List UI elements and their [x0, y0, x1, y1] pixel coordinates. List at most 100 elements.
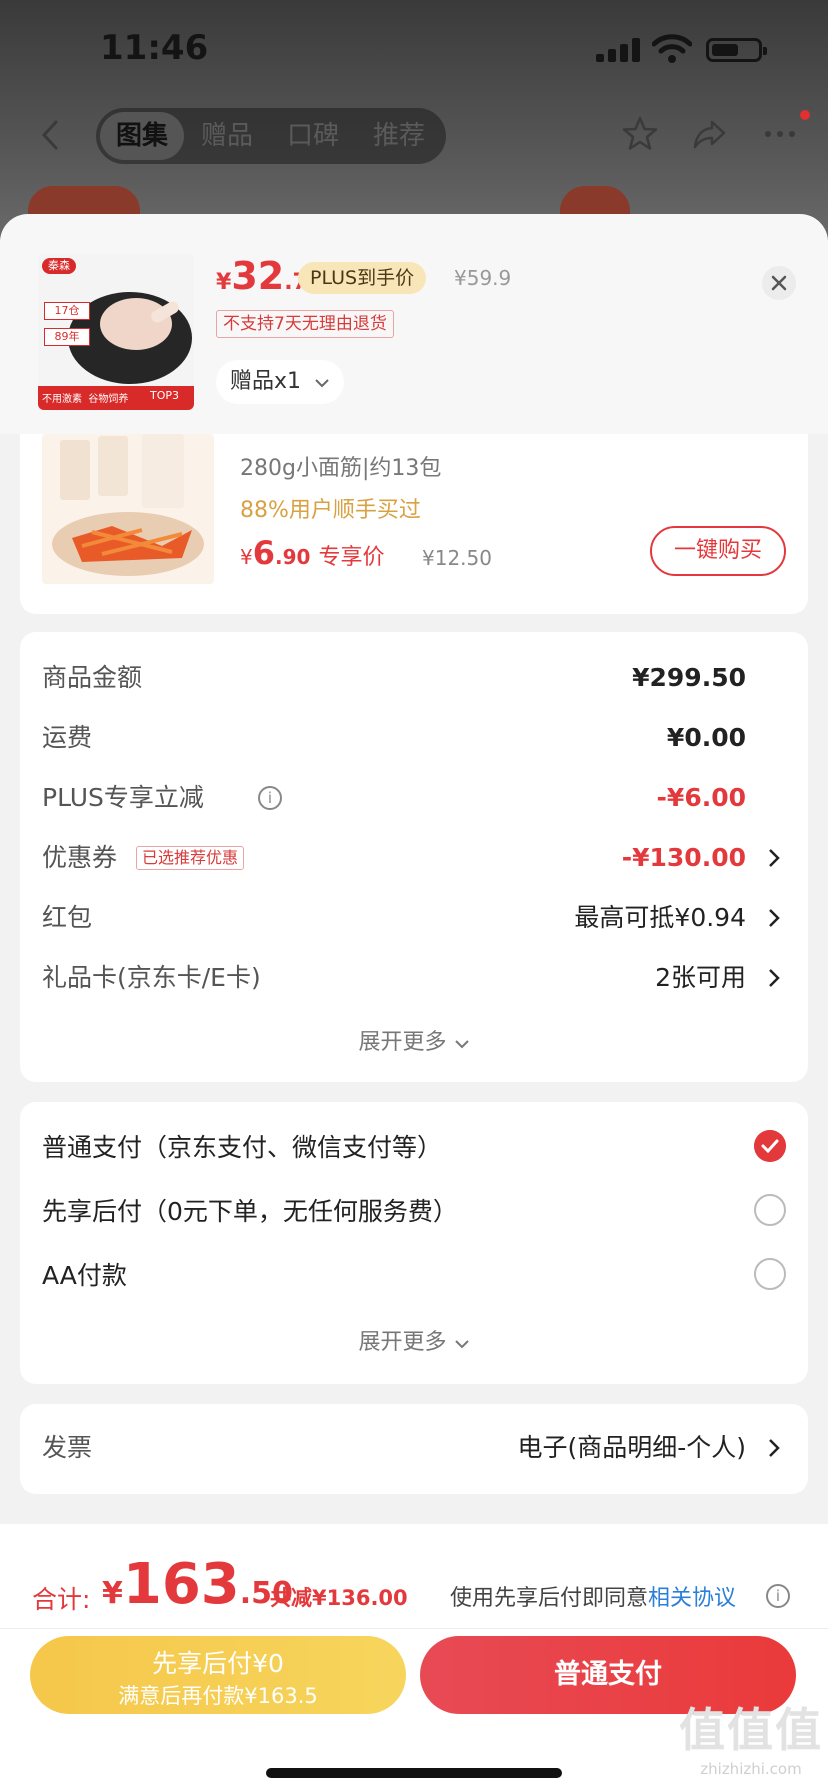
recommend-original-price: ¥12.50	[422, 546, 492, 570]
goods-amount-label: 商品金额	[42, 663, 143, 692]
recommend-product-card: 280g小面筋|约13包 88%用户顺手买过 ¥6.90 专享价 ¥12.50 一…	[20, 434, 808, 614]
chevron-down-icon	[454, 1040, 469, 1049]
radio-unchecked-icon[interactable]	[754, 1258, 786, 1290]
invoice-value: 电子(商品明细-个人)	[517, 1433, 746, 1462]
payment-method-card: 普通支付（京东支付、微信支付等） 先享后付（0元下单，无任何服务费） AA付款 …	[20, 1102, 808, 1384]
back-arrow-icon[interactable]	[34, 118, 68, 152]
coupon-selected-tag: 已选推荐优惠	[136, 846, 245, 870]
gift-selector-label: 赠品x1	[230, 369, 302, 394]
status-bar: 11:46	[0, 0, 828, 100]
invoice-label: 发票	[42, 1433, 93, 1462]
watermark-url: zhizhizhi.com	[700, 1760, 802, 1778]
rec-price-decimal: .90	[275, 545, 311, 569]
thumb-slogan: 不用激素 谷物饲养	[42, 394, 129, 405]
gift-card-label: 礼品卡(京东卡/E卡)	[42, 963, 261, 992]
tab-gallery[interactable]: 图集	[100, 112, 184, 160]
order-summary-card: 商品金额 ¥299.50 运费 ¥0.00 PLUS专享立减 i -¥6.00 …	[20, 632, 808, 1082]
total-label: 合计:	[32, 1585, 91, 1614]
agreement-text: 使用先享后付即同意相关协议	[450, 1580, 736, 1612]
thumb-rank: TOP3	[150, 389, 180, 402]
status-time: 11:46	[100, 28, 209, 68]
gift-card-value: 2张可用	[655, 963, 746, 992]
favorite-star-icon[interactable]	[620, 114, 660, 154]
share-icon[interactable]	[690, 114, 730, 154]
pay-later-title: 先享后付¥0	[152, 1649, 284, 1678]
product-nav-bar: 图集 赠品 口碑 推荐	[0, 100, 828, 170]
tab-recommend[interactable]: 推荐	[356, 108, 442, 164]
payment-option-label: 先享后付（0元下单，无任何服务费）	[42, 1197, 458, 1226]
one-click-buy-button[interactable]: 一键购买	[650, 526, 786, 576]
red-packet-label: 红包	[42, 903, 93, 932]
total-integer: 163	[122, 1552, 240, 1617]
red-packet-value: 最高可抵¥0.94	[574, 903, 746, 932]
radio-unchecked-icon[interactable]	[754, 1194, 786, 1226]
plus-discount-label: PLUS专享立减	[42, 783, 204, 812]
chevron-right-icon	[769, 909, 780, 927]
payment-option-normal[interactable]: 普通支付（京东支付、微信支付等）	[42, 1128, 786, 1168]
rec-price-currency: ¥	[240, 545, 253, 569]
info-icon[interactable]: i	[258, 786, 282, 810]
payment-expand-more[interactable]: 展开更多	[20, 1324, 808, 1356]
watermark-logo: 值值值	[679, 1703, 823, 1757]
payment-option-label: AA付款	[42, 1261, 127, 1290]
recommend-product-spec: 280g小面筋|约13包	[240, 456, 442, 481]
gift-selector[interactable]: 赠品x1	[216, 360, 345, 404]
chevron-right-icon	[769, 1439, 780, 1457]
rec-price-label: 专享价	[318, 545, 385, 570]
close-icon[interactable]	[762, 266, 796, 300]
pay-later-button[interactable]: 先享后付¥0 满意后再付款¥163.5	[30, 1636, 406, 1714]
pay-later-subtitle: 满意后再付款¥163.5	[118, 1684, 318, 1708]
expand-more-label: 展开更多	[358, 1330, 447, 1355]
payment-option-label: 普通支付（京东支付、微信支付等）	[42, 1133, 443, 1162]
summary-row-red-packet[interactable]: 红包 最高可抵¥0.94	[42, 898, 786, 938]
product-thumbnail[interactable]: 秦森 17仓 89年 不用激素 谷物饲养 TOP3	[38, 254, 194, 410]
return-policy-tag: 不支持7天无理由退货	[216, 310, 394, 338]
payment-option-aa[interactable]: AA付款	[42, 1256, 786, 1296]
summary-expand-more[interactable]: 展开更多	[20, 1024, 808, 1056]
radio-checked-icon[interactable]	[754, 1130, 786, 1162]
notification-dot	[800, 110, 810, 120]
rec-price-integer: 6	[252, 534, 275, 572]
product-tabs: 图集 赠品 口碑 推荐	[96, 108, 446, 164]
home-indicator	[266, 1768, 562, 1778]
shipping-label: 运费	[42, 723, 93, 752]
price-currency: ¥	[216, 270, 232, 295]
chevron-down-icon	[315, 379, 329, 388]
chevron-right-icon	[769, 849, 780, 867]
product-price: ¥32.7	[216, 254, 308, 298]
shipping-value: ¥0.00	[666, 723, 746, 752]
tab-gifts[interactable]: 赠品	[184, 108, 270, 164]
coupon-label: 优惠券	[42, 843, 118, 872]
chevron-right-icon	[769, 969, 780, 987]
tab-reviews[interactable]: 口碑	[270, 108, 356, 164]
product-popup-header: 秦森 17仓 89年 不用激素 谷物饲养 TOP3 ¥32.7 PLUS到手价 …	[0, 214, 828, 434]
thumb-stock-label: 17仓	[44, 302, 90, 320]
plus-discount-value: -¥6.00	[656, 783, 746, 812]
total-price: ¥163.50	[102, 1552, 293, 1617]
goods-amount-value: ¥299.50	[632, 663, 746, 692]
coupon-value: -¥130.00	[621, 843, 746, 872]
summary-row-plus-discount: PLUS专享立减 i -¥6.00	[42, 778, 786, 818]
summary-row-gift-card[interactable]: 礼品卡(京东卡/E卡) 2张可用	[42, 958, 786, 998]
snack-image	[42, 434, 214, 584]
invoice-row: 发票 电子(商品明细-个人)	[42, 1428, 786, 1468]
summary-row-shipping: 运费 ¥0.00	[42, 718, 786, 758]
payment-option-later[interactable]: 先享后付（0元下单，无任何服务费）	[42, 1192, 786, 1232]
agreement-prefix: 使用先享后付即同意	[450, 1586, 649, 1611]
more-options-icon[interactable]	[760, 114, 800, 154]
expand-more-label: 展开更多	[358, 1030, 447, 1055]
invoice-card[interactable]: 发票 电子(商品明细-个人)	[20, 1404, 808, 1494]
chevron-down-icon	[454, 1340, 469, 1349]
recommend-price: ¥6.90 专享价	[240, 534, 384, 572]
thumb-year-label: 89年	[44, 328, 90, 346]
info-icon[interactable]: i	[766, 1584, 790, 1608]
wifi-icon	[652, 34, 692, 63]
summary-row-coupon[interactable]: 优惠券 已选推荐优惠 -¥130.00	[42, 838, 786, 878]
recommend-product-image[interactable]	[42, 434, 214, 584]
total-saved: 共减¥136.00	[270, 1586, 408, 1610]
brand-badge: 秦森	[42, 258, 76, 274]
agreement-link[interactable]: 相关协议	[648, 1586, 736, 1611]
plus-price-tag: PLUS到手价	[298, 262, 427, 294]
footer-divider	[0, 1628, 828, 1629]
total-currency: ¥	[102, 1576, 123, 1611]
